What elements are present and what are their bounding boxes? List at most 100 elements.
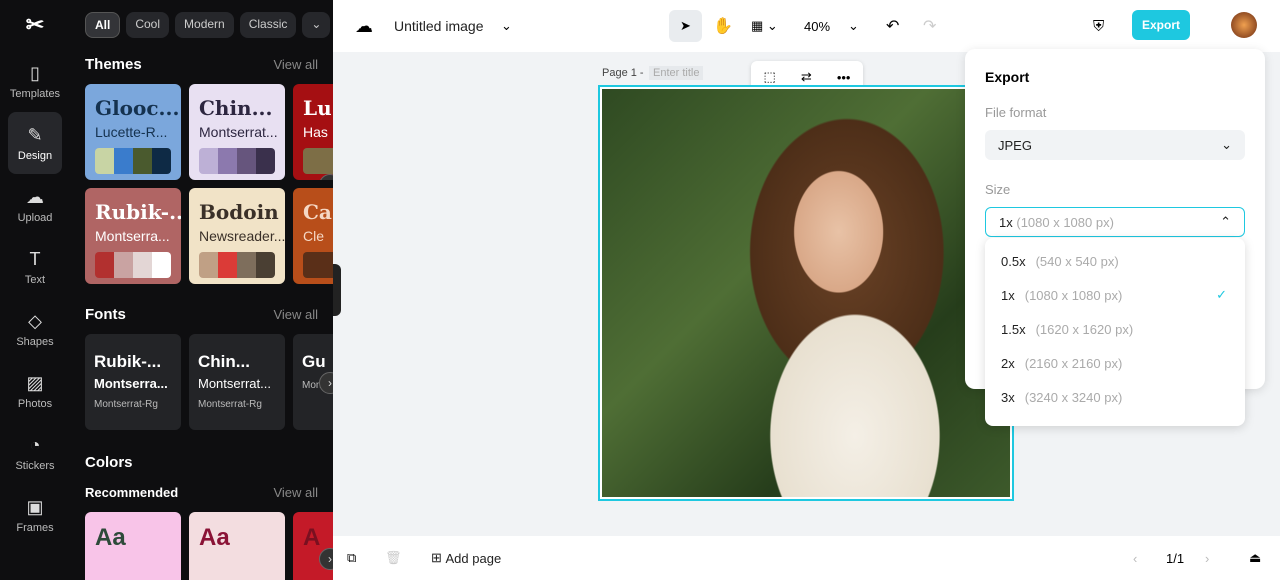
theme-heading-font: Rubik-... bbox=[95, 200, 181, 224]
rail-item-frames[interactable]: ▣ Frames bbox=[0, 484, 70, 546]
chips-more-button[interactable]: ⌄ bbox=[302, 12, 331, 38]
palette-swatch bbox=[199, 148, 218, 174]
panel-collapse-handle[interactable] bbox=[333, 264, 341, 316]
prev-page-button[interactable]: ‹ bbox=[1133, 551, 1137, 566]
theme-body-font: Has bbox=[303, 124, 328, 140]
zoom-level[interactable]: 40% bbox=[804, 19, 830, 34]
export-button[interactable]: Export bbox=[1132, 10, 1190, 40]
shield-icon[interactable]: ⛨ bbox=[1093, 18, 1104, 35]
crop-icon[interactable]: ⬚ bbox=[764, 69, 776, 85]
delete-page-icon[interactable]: 🗑 bbox=[385, 550, 402, 566]
undo-button[interactable]: ↶ bbox=[886, 16, 899, 36]
color-palette-card[interactable]: Aa bbox=[85, 512, 181, 580]
file-format-select[interactable]: JPEG ⌄ bbox=[985, 130, 1245, 160]
themes-view-all[interactable]: View all bbox=[273, 57, 318, 72]
theme-heading-font: Ca bbox=[303, 200, 332, 224]
rail-item-photos[interactable]: ▨ Photos bbox=[0, 360, 70, 422]
colors-view-all[interactable]: View all bbox=[273, 485, 318, 500]
size-option[interactable]: 1x (1080 x 1080 px) ✓ bbox=[985, 278, 1245, 312]
font-card[interactable]: Chin... Montserrat... Montserrat-Rg bbox=[189, 334, 285, 430]
theme-card[interactable]: Chin... Montserrat... bbox=[189, 84, 285, 180]
palette-swatch bbox=[114, 148, 133, 174]
chip-all[interactable]: All bbox=[85, 12, 121, 38]
rail-item-label: Upload bbox=[17, 211, 53, 224]
size-option[interactable]: 2x (2160 x 2160 px) bbox=[985, 346, 1245, 380]
file-format-label: File format bbox=[985, 105, 1047, 120]
font-card[interactable]: Rubik-... Montserra... Montserrat-Rg bbox=[85, 334, 181, 430]
page-title-input[interactable]: Enter title bbox=[649, 66, 704, 80]
palette-swatch bbox=[237, 148, 256, 174]
theme-card[interactable]: Ca Cle bbox=[293, 188, 333, 284]
shapes-icon: ◇ bbox=[28, 310, 42, 331]
chip-classic[interactable]: Classic bbox=[239, 12, 297, 38]
rail-item-upload[interactable]: ☁ Upload bbox=[0, 174, 70, 236]
rail-item-label: Templates bbox=[9, 87, 61, 100]
rail-item-label: Design bbox=[17, 149, 53, 162]
font-heading: Chin... bbox=[198, 352, 250, 371]
palette-swatch bbox=[114, 252, 133, 278]
theme-heading-font: Glooc... bbox=[95, 96, 180, 120]
size-option-scale: 1.5x bbox=[1001, 321, 1026, 337]
theme-palette bbox=[303, 148, 333, 174]
top-bar: ☁ Untitled image ⌄ ➤ ✋ ▦ ⌄ 40% ⌄ ↶ ↷ ⛨ E… bbox=[333, 0, 1280, 52]
design-icon: ✎ bbox=[27, 124, 43, 145]
rail-item-templates[interactable]: ▯ Templates bbox=[0, 50, 70, 112]
size-select[interactable]: 1x (1080 x 1080 px) ⌃ bbox=[985, 207, 1245, 237]
replace-icon[interactable]: ⇄ bbox=[801, 69, 812, 85]
palette-swatch bbox=[133, 148, 152, 174]
layout-button[interactable]: ▦ ⌄ bbox=[751, 18, 778, 34]
templates-icon: ▯ bbox=[30, 62, 40, 83]
size-option[interactable]: 0.5x (540 x 540 px) bbox=[985, 244, 1245, 278]
capcut-logo[interactable]: ✂ bbox=[0, 0, 70, 50]
fonts-view-all[interactable]: View all bbox=[273, 307, 318, 322]
theme-card[interactable]: Bodoin Mo... Newsreader... bbox=[189, 188, 285, 284]
palette-swatch bbox=[133, 252, 152, 278]
chip-modern[interactable]: Modern bbox=[175, 12, 234, 38]
size-option[interactable]: 3x (3240 x 3240 px) bbox=[985, 380, 1245, 414]
size-option[interactable]: 1.5x (1620 x 1620 px) bbox=[985, 312, 1245, 346]
design-panel: All Cool Modern Classic ⌄ Themes View all… bbox=[70, 0, 333, 580]
zoom-chevron-icon[interactable]: ⌄ bbox=[848, 18, 859, 34]
select-tool-button[interactable]: ➤ bbox=[669, 10, 702, 42]
document-title[interactable]: Untitled image bbox=[394, 18, 484, 34]
rail-item-stickers[interactable]: ◔ Stickers bbox=[0, 422, 70, 484]
export-title: Export bbox=[985, 69, 1030, 85]
size-option-scale: 0.5x bbox=[1001, 253, 1026, 269]
chip-cool[interactable]: Cool bbox=[126, 12, 170, 38]
palette-swatch bbox=[218, 252, 237, 278]
theme-palette bbox=[95, 148, 171, 174]
theme-card[interactable]: Rubik-... Montserra... bbox=[85, 188, 181, 284]
rail-item-label: Frames bbox=[16, 521, 54, 534]
add-page-button[interactable]: ⊞ Add page bbox=[431, 550, 501, 566]
canvas-page[interactable] bbox=[598, 85, 1014, 501]
palette-swatch bbox=[256, 252, 275, 278]
size-option-px: (2160 x 2160 px) bbox=[1024, 355, 1123, 371]
theme-palette bbox=[95, 252, 171, 278]
size-option-px: (1620 x 1620 px) bbox=[1035, 321, 1134, 337]
theme-card[interactable]: Glooc... Lucette-R... bbox=[85, 84, 181, 180]
theme-heading-font: Chin... bbox=[199, 96, 273, 120]
page-count: 1/1 bbox=[1166, 550, 1185, 566]
recommended-heading: Recommended bbox=[85, 484, 179, 500]
theme-body-font: Newsreader... bbox=[199, 228, 285, 244]
photo-image[interactable] bbox=[602, 89, 1010, 497]
theme-card[interactable]: Lu Has bbox=[293, 84, 333, 180]
palette-swatch bbox=[322, 252, 333, 278]
rail-item-design[interactable]: ✎ Design bbox=[8, 112, 62, 174]
cloud-icon[interactable]: ☁ bbox=[355, 16, 373, 37]
pages-panel-icon[interactable]: ⏏ bbox=[1249, 550, 1261, 566]
redo-button[interactable]: ↷ bbox=[923, 16, 936, 36]
hand-tool-button[interactable]: ✋ bbox=[713, 16, 733, 36]
next-page-button[interactable]: › bbox=[1205, 551, 1209, 566]
colors-heading: Colors bbox=[85, 453, 133, 471]
duplicate-page-icon[interactable]: ⧉ bbox=[347, 550, 356, 566]
rail-item-shapes[interactable]: ◇ Shapes bbox=[0, 298, 70, 360]
font-body: Montserrat-Rg bbox=[94, 399, 158, 410]
avatar[interactable] bbox=[1231, 12, 1257, 38]
title-chevron-icon[interactable]: ⌄ bbox=[501, 18, 512, 34]
color-palette-card[interactable]: Aa bbox=[189, 512, 285, 580]
more-icon[interactable]: ••• bbox=[837, 70, 851, 85]
size-label: Size bbox=[985, 182, 1011, 197]
size-px: (1080 x 1080 px) bbox=[1016, 214, 1114, 230]
rail-item-text[interactable]: T Text bbox=[0, 236, 70, 298]
